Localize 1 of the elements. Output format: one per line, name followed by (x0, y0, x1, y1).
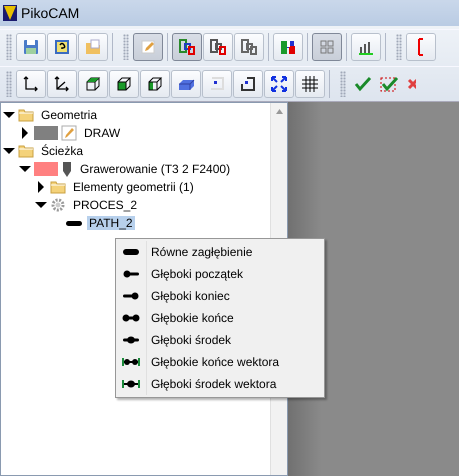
window-title: PikoCAM (21, 5, 80, 21)
